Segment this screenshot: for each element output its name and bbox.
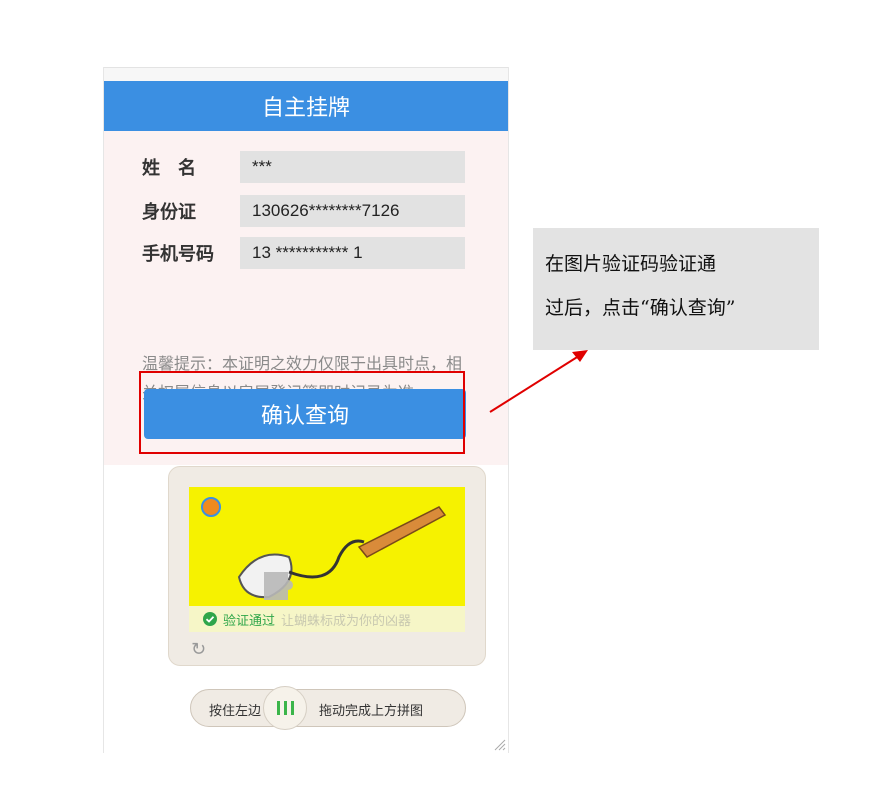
annotation-arrow — [489, 350, 588, 413]
